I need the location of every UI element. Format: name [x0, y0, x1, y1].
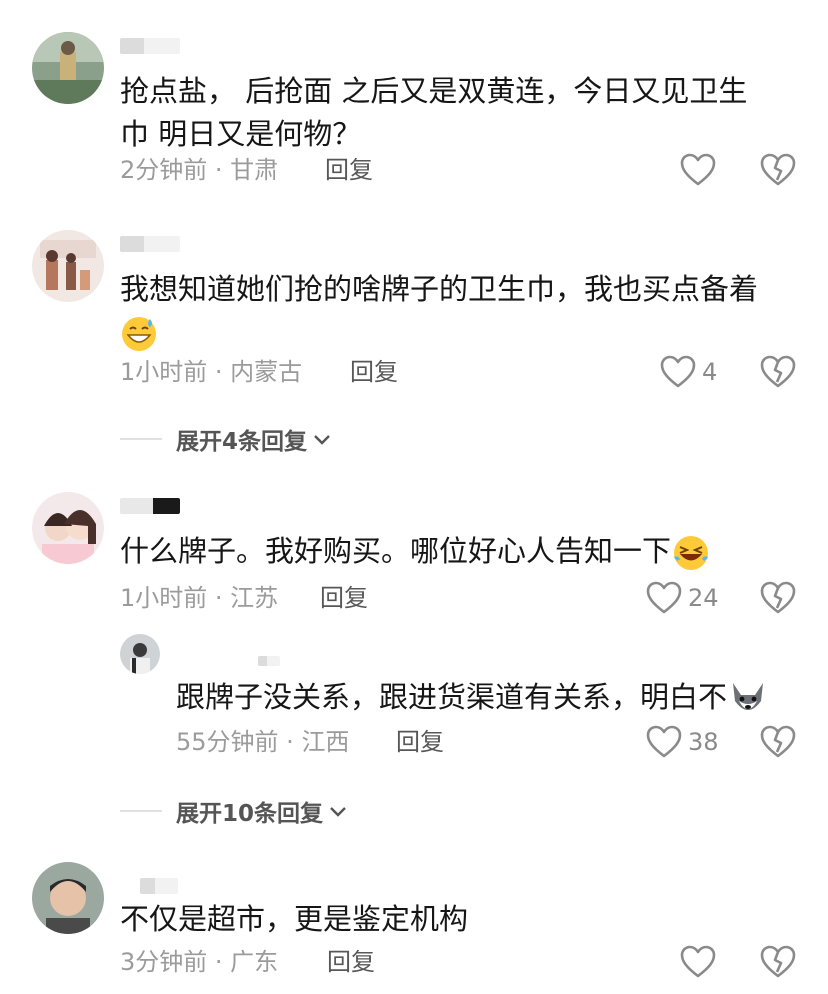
reply-meta: 55分钟前 · 江西: [176, 728, 350, 756]
comment-meta: 1小时前 · 江苏: [120, 584, 279, 612]
like-button[interactable]: 24: [646, 580, 719, 616]
broken-heart-icon[interactable]: [760, 152, 796, 188]
reply-time: 55分钟前: [176, 728, 279, 756]
comment-meta: 2分钟前 · 甘肃: [120, 156, 279, 184]
username-redacted: [120, 498, 180, 514]
comment-text: 我想知道她们抢的啥牌子的卫生巾，我也买点备着: [120, 268, 810, 354]
comment-time: 2分钟前: [120, 156, 208, 184]
like-count: 4: [702, 358, 718, 386]
broken-heart-icon[interactable]: [760, 944, 796, 980]
comment-2: 我想知道她们抢的啥牌子的卫生巾，我也买点备着 1小时前 · 内蒙古 回复 4 展…: [0, 200, 828, 470]
avatar[interactable]: [32, 32, 104, 104]
divider: [120, 438, 162, 440]
comment-location: 广东: [230, 948, 279, 976]
chevron-down-icon: [314, 435, 330, 445]
like-count: 24: [688, 584, 719, 612]
comment-meta: 1小时前 · 内蒙古: [120, 358, 303, 386]
emoji-husky: [733, 683, 764, 710]
expand-label: 展开4条回复: [176, 429, 308, 455]
heart-outline-icon: [646, 725, 682, 758]
comment-text: 什么牌子。我好购买。哪位好心人告知一下: [120, 530, 810, 573]
reply-location: 江西: [301, 728, 350, 756]
username-redacted: [120, 236, 180, 252]
emoji-laughing-tears: [674, 536, 709, 570]
reply-button[interactable]: 回复: [325, 154, 373, 186]
comment-location: 内蒙古: [230, 358, 303, 386]
broken-heart-icon[interactable]: [760, 354, 796, 390]
expand-replies-button[interactable]: 展开4条回复: [120, 422, 333, 456]
divider: [120, 810, 162, 812]
broken-heart-icon[interactable]: [760, 580, 796, 616]
like-button[interactable]: 38: [646, 724, 719, 760]
avatar[interactable]: [120, 634, 160, 674]
avatar[interactable]: [32, 492, 104, 564]
username-redacted: [120, 38, 180, 54]
reply-text: 跟牌子没关系，跟进货渠道有关系，明白不: [176, 676, 816, 719]
comment-time: 1小时前: [120, 584, 208, 612]
heart-outline-icon: [680, 945, 716, 978]
reply-button[interactable]: 回复: [350, 356, 398, 388]
like-count: 38: [688, 728, 719, 756]
nested-reply: 跟牌子没关系，跟进货渠道有关系，明白不 55分钟前 · 江西 回复 38: [0, 630, 828, 780]
reply-button[interactable]: 回复: [327, 946, 375, 978]
username-redacted: [140, 878, 178, 894]
like-button[interactable]: 4: [660, 354, 717, 390]
avatar[interactable]: [32, 230, 104, 302]
comment-1: 抢点盐， 后抢面 之后又是双黄连，今日又见卫生 巾 明日又是何物？ 2分钟前 ·…: [0, 0, 828, 200]
broken-heart-icon[interactable]: [760, 724, 796, 760]
like-button[interactable]: [680, 944, 722, 980]
comment-3: 什么牌子。我好购买。哪位好心人告知一下 1小时前 · 江苏 回复 24 跟牌子没…: [0, 470, 828, 850]
heart-outline-icon: [660, 355, 696, 388]
like-button[interactable]: [680, 152, 722, 188]
heart-outline-icon: [646, 581, 682, 614]
reply-button[interactable]: 回复: [396, 726, 444, 758]
comment-time: 1小时前: [120, 358, 208, 386]
comment-text: 不仅是超市，更是鉴定机构: [120, 902, 469, 936]
comment-location: 甘肃: [230, 156, 279, 184]
heart-outline-icon: [680, 153, 716, 186]
comment-meta: 3分钟前 · 广东: [120, 948, 279, 976]
emoji-sweat-grin: [120, 311, 810, 354]
comment-text: 抢点盐， 后抢面 之后又是双黄连，今日又见卫生 巾 明日又是何物？: [120, 74, 748, 151]
reply-button[interactable]: 回复: [320, 582, 368, 614]
comment-4: 不仅是超市，更是鉴定机构 3分钟前 · 广东 回复: [0, 850, 828, 994]
comment-location: 江苏: [230, 584, 279, 612]
avatar[interactable]: [32, 862, 104, 934]
comment-time: 3分钟前: [120, 948, 208, 976]
username-redacted: [258, 656, 280, 666]
expand-replies-button[interactable]: 展开10条回复: [120, 794, 349, 828]
expand-label: 展开10条回复: [176, 801, 324, 827]
chevron-down-icon: [330, 807, 346, 817]
